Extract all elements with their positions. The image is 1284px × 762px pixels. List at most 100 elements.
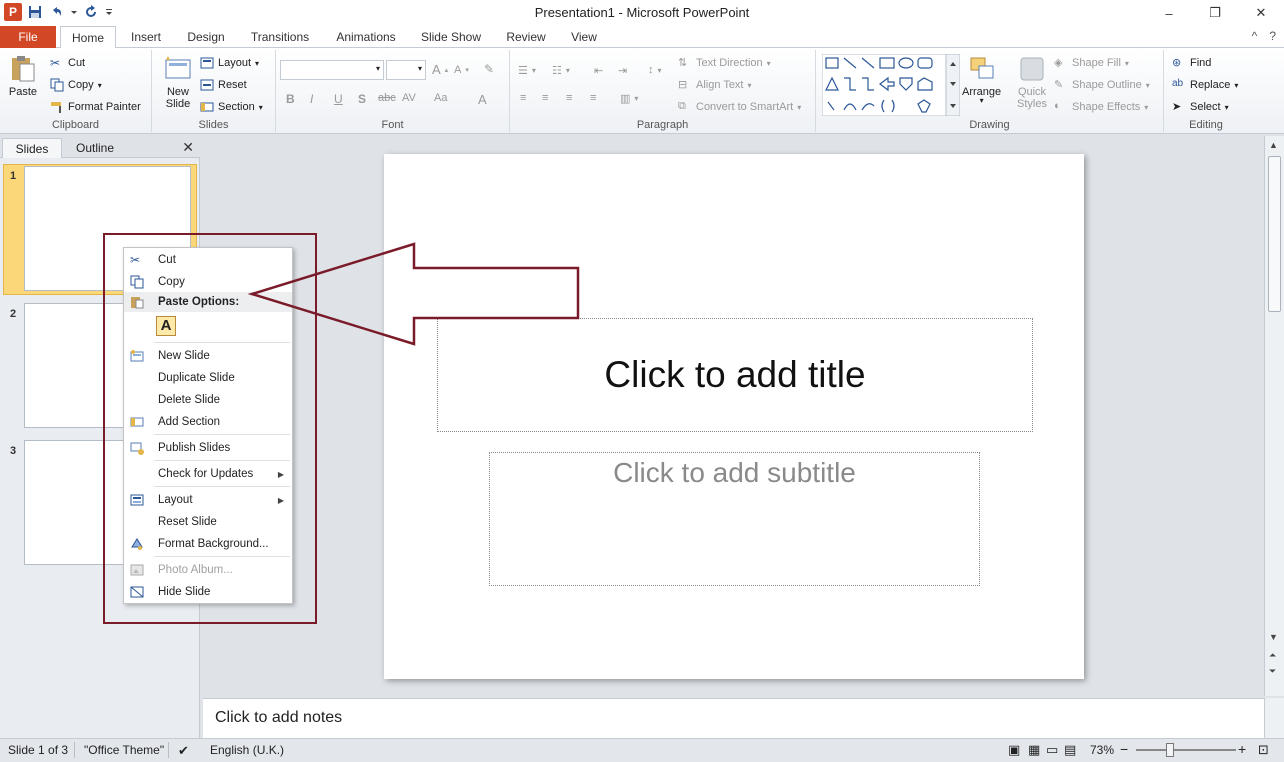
notes-pane[interactable]: Click to add notes [203, 698, 1264, 738]
clear-formatting-icon[interactable]: ✎ [484, 62, 494, 76]
ribbon-tabs: File Home Insert Design Transitions Anim… [0, 26, 1284, 49]
cut-button[interactable]: ✂ Cut [50, 56, 85, 70]
select-button[interactable]: ➤ Select ▾ [1172, 100, 1229, 114]
paragraph-group-label: Paragraph [636, 119, 689, 131]
binoculars-icon: ⊛ [1172, 57, 1182, 69]
shapes-gallery[interactable] [822, 54, 960, 116]
section-button[interactable]: Section ▾ [200, 100, 263, 114]
reading-view-icon[interactable]: ▭ [1046, 742, 1058, 758]
align-right-icon[interactable]: ≡ [566, 92, 572, 104]
language-status[interactable]: English (U.K.) [210, 743, 284, 757]
convert-smartart-button[interactable]: ⧉ Convert to SmartArt ▾ [678, 100, 801, 114]
reset-button[interactable]: Reset [200, 78, 247, 92]
paste-icon [12, 56, 35, 82]
zoom-slider-handle[interactable] [1166, 743, 1174, 757]
layout-icon [200, 57, 214, 69]
slides-group: New Slide Layout ▾ Reset Section ▾ Slide… [152, 50, 276, 132]
layout-button[interactable]: Layout ▾ [200, 56, 259, 70]
notes-scrollbar[interactable] [1264, 698, 1284, 738]
tab-slide-show[interactable]: Slide Show [416, 26, 486, 48]
tab-slides[interactable]: Slides [2, 138, 62, 158]
close-window-button[interactable]: ✕ [1238, 0, 1284, 26]
replace-button[interactable]: ab Replace ▾ [1172, 78, 1238, 92]
subtitle-placeholder[interactable]: Click to add subtitle [489, 452, 980, 586]
align-text-button[interactable]: ⊟ Align Text ▾ [678, 78, 752, 92]
normal-view-icon[interactable]: ▣ [1008, 742, 1020, 758]
new-slide-icon [165, 56, 191, 79]
drawing-group-label: Drawing [969, 119, 1010, 131]
align-center-icon[interactable]: ≡ [542, 92, 548, 104]
tab-home[interactable]: Home [60, 26, 116, 49]
tab-animations[interactable]: Animations [330, 26, 402, 48]
font-group: ▾ ▾ A ▴ A ▾ ✎ B I U S abc AV Aa A Font [276, 50, 510, 132]
underline-button[interactable]: U [334, 92, 343, 106]
spelling-check-icon[interactable]: ✔ [178, 743, 189, 759]
bullets-icon[interactable]: ☰ ▾ [518, 64, 536, 77]
restore-button[interactable]: ❐ [1192, 0, 1238, 26]
decrease-indent-icon[interactable]: ⇤ [594, 64, 603, 77]
reset-icon [200, 79, 214, 91]
align-left-icon[interactable]: ≡ [520, 92, 526, 104]
increase-indent-icon[interactable]: ⇥ [618, 64, 627, 77]
replace-label: Replace [1190, 79, 1231, 91]
tab-outline[interactable]: Outline [64, 138, 126, 158]
zoom-in-button[interactable]: + [1238, 741, 1246, 757]
section-icon [200, 102, 214, 112]
zoom-slider-track[interactable] [1136, 749, 1236, 751]
shape-outline-button[interactable]: ✎ Shape Outline ▾ [1054, 78, 1150, 92]
character-spacing-button[interactable]: AV [402, 92, 416, 104]
font-name-combobox[interactable]: ▾ [280, 60, 384, 80]
close-pane-icon[interactable]: ✕ [182, 139, 194, 156]
zoom-level[interactable]: 73% [1090, 743, 1114, 757]
minimize-button[interactable]: – [1146, 0, 1192, 26]
scrollbar-thumb[interactable] [1268, 156, 1281, 312]
font-size-combobox[interactable]: ▾ [386, 60, 426, 80]
copy-button[interactable]: Copy ▾ [50, 78, 102, 92]
tab-view[interactable]: View [564, 26, 604, 48]
justify-icon[interactable]: ≡ [590, 92, 596, 104]
shape-effects-button[interactable]: ◐ Shape Effects ▾ [1054, 100, 1148, 114]
theme-status[interactable]: "Office Theme" [84, 743, 164, 757]
new-slide-button[interactable]: New Slide [160, 54, 196, 110]
shape-fill-label: Shape Fill [1072, 57, 1121, 69]
font-color-button[interactable]: A [478, 92, 487, 107]
scroll-up-icon[interactable]: ▲ [1269, 140, 1278, 150]
text-direction-button[interactable]: ⇅ Text Direction ▾ [678, 56, 771, 70]
quick-styles-button[interactable]: Quick Styles [1012, 54, 1052, 110]
next-slide-icon[interactable]: ⏷ [1269, 666, 1276, 677]
strikethrough-button[interactable]: abc [378, 92, 396, 104]
numbering-icon[interactable]: ☷ ▾ [552, 64, 570, 77]
help-icon[interactable]: ? [1269, 29, 1276, 43]
tab-design[interactable]: Design [182, 26, 230, 48]
paragraph-group: ☰ ▾ ☷ ▾ ⇤ ⇥ ↕ ▾ ≡ ≡ ≡ ≡ ▥ ▾ ⇅ Text Direction… [510, 50, 816, 132]
shrink-font-icon[interactable]: A ▾ [454, 64, 469, 76]
grow-font-icon[interactable]: A ▴ [432, 62, 448, 77]
line-spacing-icon[interactable]: ↕ ▾ [648, 64, 662, 76]
slide-sorter-icon[interactable]: ▦ [1028, 742, 1040, 758]
tab-file[interactable]: File [0, 26, 56, 48]
bold-button[interactable]: B [286, 92, 295, 106]
arrange-button[interactable]: Arrange ▾ [962, 54, 1001, 105]
format-painter-button[interactable]: Format Painter [50, 100, 141, 114]
tab-review[interactable]: Review [502, 26, 550, 48]
previous-slide-icon[interactable]: ⏶ [1269, 650, 1276, 661]
italic-button[interactable]: I [310, 92, 313, 106]
zoom-out-button[interactable]: − [1120, 741, 1128, 757]
vertical-scrollbar[interactable]: ▲ ▼ ⏶ ⏷ [1264, 136, 1284, 696]
scroll-down-icon[interactable]: ▼ [1269, 632, 1278, 642]
collapse-ribbon-icon[interactable]: ^ [1252, 29, 1258, 43]
change-case-button[interactable]: Aa [434, 92, 447, 104]
find-button[interactable]: ⊛ Find [1172, 56, 1211, 70]
tab-transitions[interactable]: Transitions [246, 26, 314, 48]
tab-insert[interactable]: Insert [124, 26, 168, 48]
paste-button[interactable]: Paste [8, 54, 38, 98]
columns-icon[interactable]: ▥ ▾ [620, 92, 638, 105]
shape-fill-button[interactable]: ◈ Shape Fill ▾ [1054, 56, 1129, 70]
text-shadow-button[interactable]: S [358, 92, 366, 106]
editing-group-label: Editing [1189, 119, 1223, 131]
slide-canvas[interactable]: Click to add title Click to add subtitle [384, 154, 1084, 679]
thumbnail-number: 3 [10, 445, 17, 457]
shape-effects-icon: ◐ [1054, 100, 1061, 112]
slideshow-view-icon[interactable]: ▤ [1064, 742, 1076, 758]
fit-to-window-icon[interactable]: ⊡ [1258, 742, 1269, 758]
